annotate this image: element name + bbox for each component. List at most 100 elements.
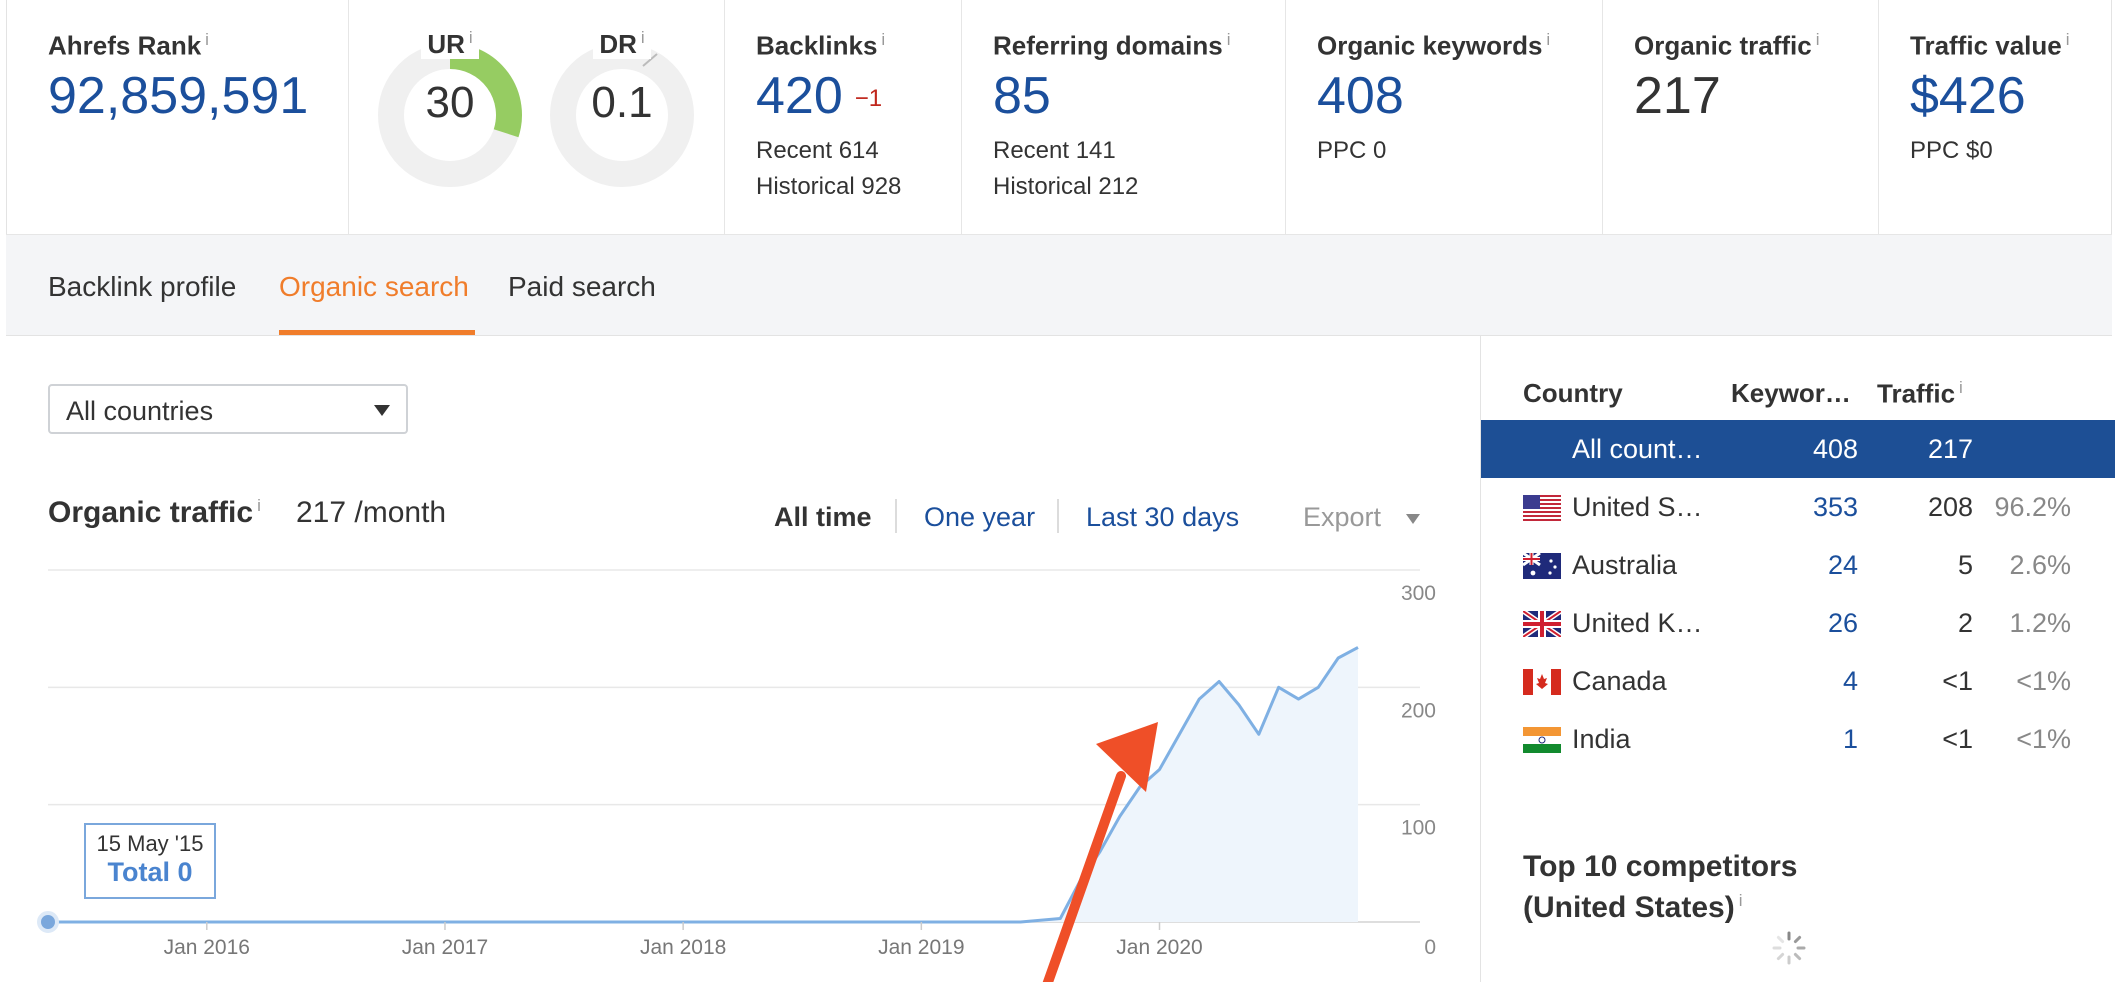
country-traffic: 5: [1957, 550, 1973, 580]
country-row-au[interactable]: Australia 24 5 2.6%: [1481, 536, 2115, 594]
countries-panel: Country Keywor… Traffic i All count… 408 …: [1481, 336, 2118, 982]
country-name: All count…: [1572, 434, 1703, 464]
country-name: Australia: [1572, 550, 1678, 580]
x-tick-label: Jan 2020: [1116, 936, 1202, 959]
country-keywords[interactable]: 4: [1843, 666, 1858, 697]
referring-domains-historical: Historical 212: [993, 172, 1139, 200]
metric-backlinks: Backlinks i 420 −1 Recent 614 Historical 9…: [725, 0, 962, 234]
range-one-year[interactable]: One year: [924, 502, 1035, 533]
country-traffic-share: <1%: [2016, 666, 2071, 696]
organic-traffic-label: Organic traffic: [1634, 30, 1812, 61]
info-icon[interactable]: i: [205, 30, 209, 49]
backlinks-historical: Historical 928: [756, 172, 902, 200]
referring-domains-value[interactable]: 85: [993, 67, 1285, 125]
metric-traffic-value: Traffic value i $426 PPC $0: [1879, 0, 2111, 234]
info-icon[interactable]: i: [1816, 30, 1820, 49]
country-keywords[interactable]: 24: [1828, 550, 1858, 581]
export-button[interactable]: Export: [1303, 502, 1381, 533]
country-traffic-share: 96.2%: [1994, 492, 2071, 522]
organic-keywords-ppc: PPC 0: [1317, 136, 1387, 164]
range-separator: [895, 499, 897, 533]
info-icon[interactable]: i: [1959, 378, 1963, 397]
country-traffic: 217: [1927, 434, 1973, 464]
keywords-column-header[interactable]: Keywor…: [1731, 378, 1851, 409]
metric-ur-dr: UR i 30 DR i 0.1: [349, 0, 725, 234]
country-name: United K…: [1572, 608, 1703, 638]
chevron-down-icon: [374, 405, 390, 416]
info-icon[interactable]: i: [881, 30, 885, 49]
ahrefs-rank-value: 92,859,591: [48, 66, 309, 125]
info-icon[interactable]: i: [257, 496, 261, 515]
competitors-title-line2: (United States): [1523, 891, 1735, 924]
range-separator: [1057, 499, 1059, 533]
country-row-in[interactable]: India 1 <1 <1%: [1481, 710, 2115, 768]
country-keywords[interactable]: 353: [1813, 492, 1858, 523]
dr-value: 0.1: [591, 78, 653, 127]
organic-traffic-value: 217: [1634, 66, 1721, 125]
tab-organic-search[interactable]: Organic search: [279, 271, 469, 303]
traffic-area: [1020, 647, 1358, 922]
chart-subtitle: 217 /month: [296, 496, 447, 529]
tab-paid-search[interactable]: Paid search: [508, 271, 656, 303]
traffic-value-value[interactable]: $426: [1910, 67, 2111, 125]
metrics-bar: Ahrefs Rank i 92,859,591 UR i 30 DR i 0.1 B…: [6, 0, 2112, 234]
metric-organic-traffic: Organic traffic i 217: [1603, 0, 1879, 234]
ur-gauge: UR i 30: [375, 28, 525, 188]
info-icon[interactable]: i: [2066, 30, 2070, 49]
competitors-title: Top 10 competitors (United States) i: [1523, 850, 1797, 925]
chart-tooltip: 15 May '15 Total 0: [84, 823, 216, 899]
country-row-us[interactable]: United S… 353 208 96.2%: [1481, 478, 2115, 536]
in-flag-icon: [1523, 727, 1561, 753]
loading-spinner-icon: [1772, 931, 1806, 965]
au-flag-icon: [1523, 553, 1561, 579]
organic-keywords-label: Organic keywords: [1317, 30, 1543, 61]
report-tabs: Backlink profile Organic search Paid sea…: [6, 234, 2112, 336]
country-traffic: <1: [1942, 666, 1973, 696]
competitors-title-line1: Top 10 competitors: [1523, 850, 1798, 883]
chart-title: Organic traffic: [48, 496, 254, 529]
us-flag-icon: [1523, 495, 1561, 521]
range-last-30-days[interactable]: Last 30 days: [1086, 502, 1239, 533]
country-traffic: <1: [1942, 724, 1973, 754]
range-all-time[interactable]: All time: [774, 502, 872, 533]
backlinks-delta: −1: [854, 84, 883, 112]
backlinks-label: Backlinks: [756, 30, 878, 61]
traffic-value-label: Traffic value: [1910, 30, 2062, 61]
country-select[interactable]: All countries: [48, 384, 408, 434]
info-icon[interactable]: i: [469, 28, 473, 47]
country-keywords[interactable]: 26: [1828, 608, 1858, 639]
metric-organic-keywords: Organic keywords i 408 PPC 0: [1286, 0, 1603, 234]
tooltip-total: Total 0: [107, 857, 193, 887]
referring-domains-label: Referring domains: [993, 30, 1223, 61]
uk-flag-icon: [1523, 611, 1561, 637]
country-traffic: 2: [1957, 608, 1973, 638]
y-tick-label: 200: [1401, 699, 1436, 722]
x-tick-label: Jan 2017: [402, 936, 488, 959]
ca-flag-icon: [1523, 669, 1561, 695]
y-tick-label: 100: [1401, 817, 1436, 840]
info-icon[interactable]: i: [641, 28, 645, 47]
organic-keywords-value[interactable]: 408: [1317, 67, 1602, 125]
dr-gauge: DR i 0.1: [547, 28, 697, 188]
ur-value: 30: [425, 78, 475, 127]
country-keywords: 408: [1812, 434, 1858, 464]
country-row-ca[interactable]: Canada 4 <1 <1%: [1481, 652, 2115, 710]
info-icon[interactable]: i: [1546, 30, 1550, 49]
country-column-header[interactable]: Country: [1523, 378, 1623, 409]
active-tab-indicator: [279, 330, 475, 335]
country-keywords[interactable]: 1: [1843, 724, 1858, 755]
ahrefs-rank-label: Ahrefs Rank: [48, 30, 202, 61]
country-traffic: 208: [1927, 492, 1973, 522]
country-traffic-share: 1.2%: [2009, 608, 2071, 638]
backlinks-value[interactable]: 420: [756, 67, 843, 125]
country-name: India: [1572, 724, 1631, 754]
country-row-uk[interactable]: United K… 26 2 1.2%: [1481, 594, 2115, 652]
traffic-column-header[interactable]: Traffic: [1877, 379, 1955, 409]
info-icon[interactable]: i: [1739, 891, 1743, 910]
tab-backlink-profile[interactable]: Backlink profile: [48, 271, 236, 303]
info-icon[interactable]: i: [1227, 30, 1231, 49]
traffic-value-ppc: PPC $0: [1910, 136, 1993, 164]
referring-domains-recent: Recent 141: [993, 136, 1116, 164]
country-row-all[interactable]: All count… 408 217: [1481, 420, 2115, 478]
x-tick-label: Jan 2016: [164, 936, 250, 959]
